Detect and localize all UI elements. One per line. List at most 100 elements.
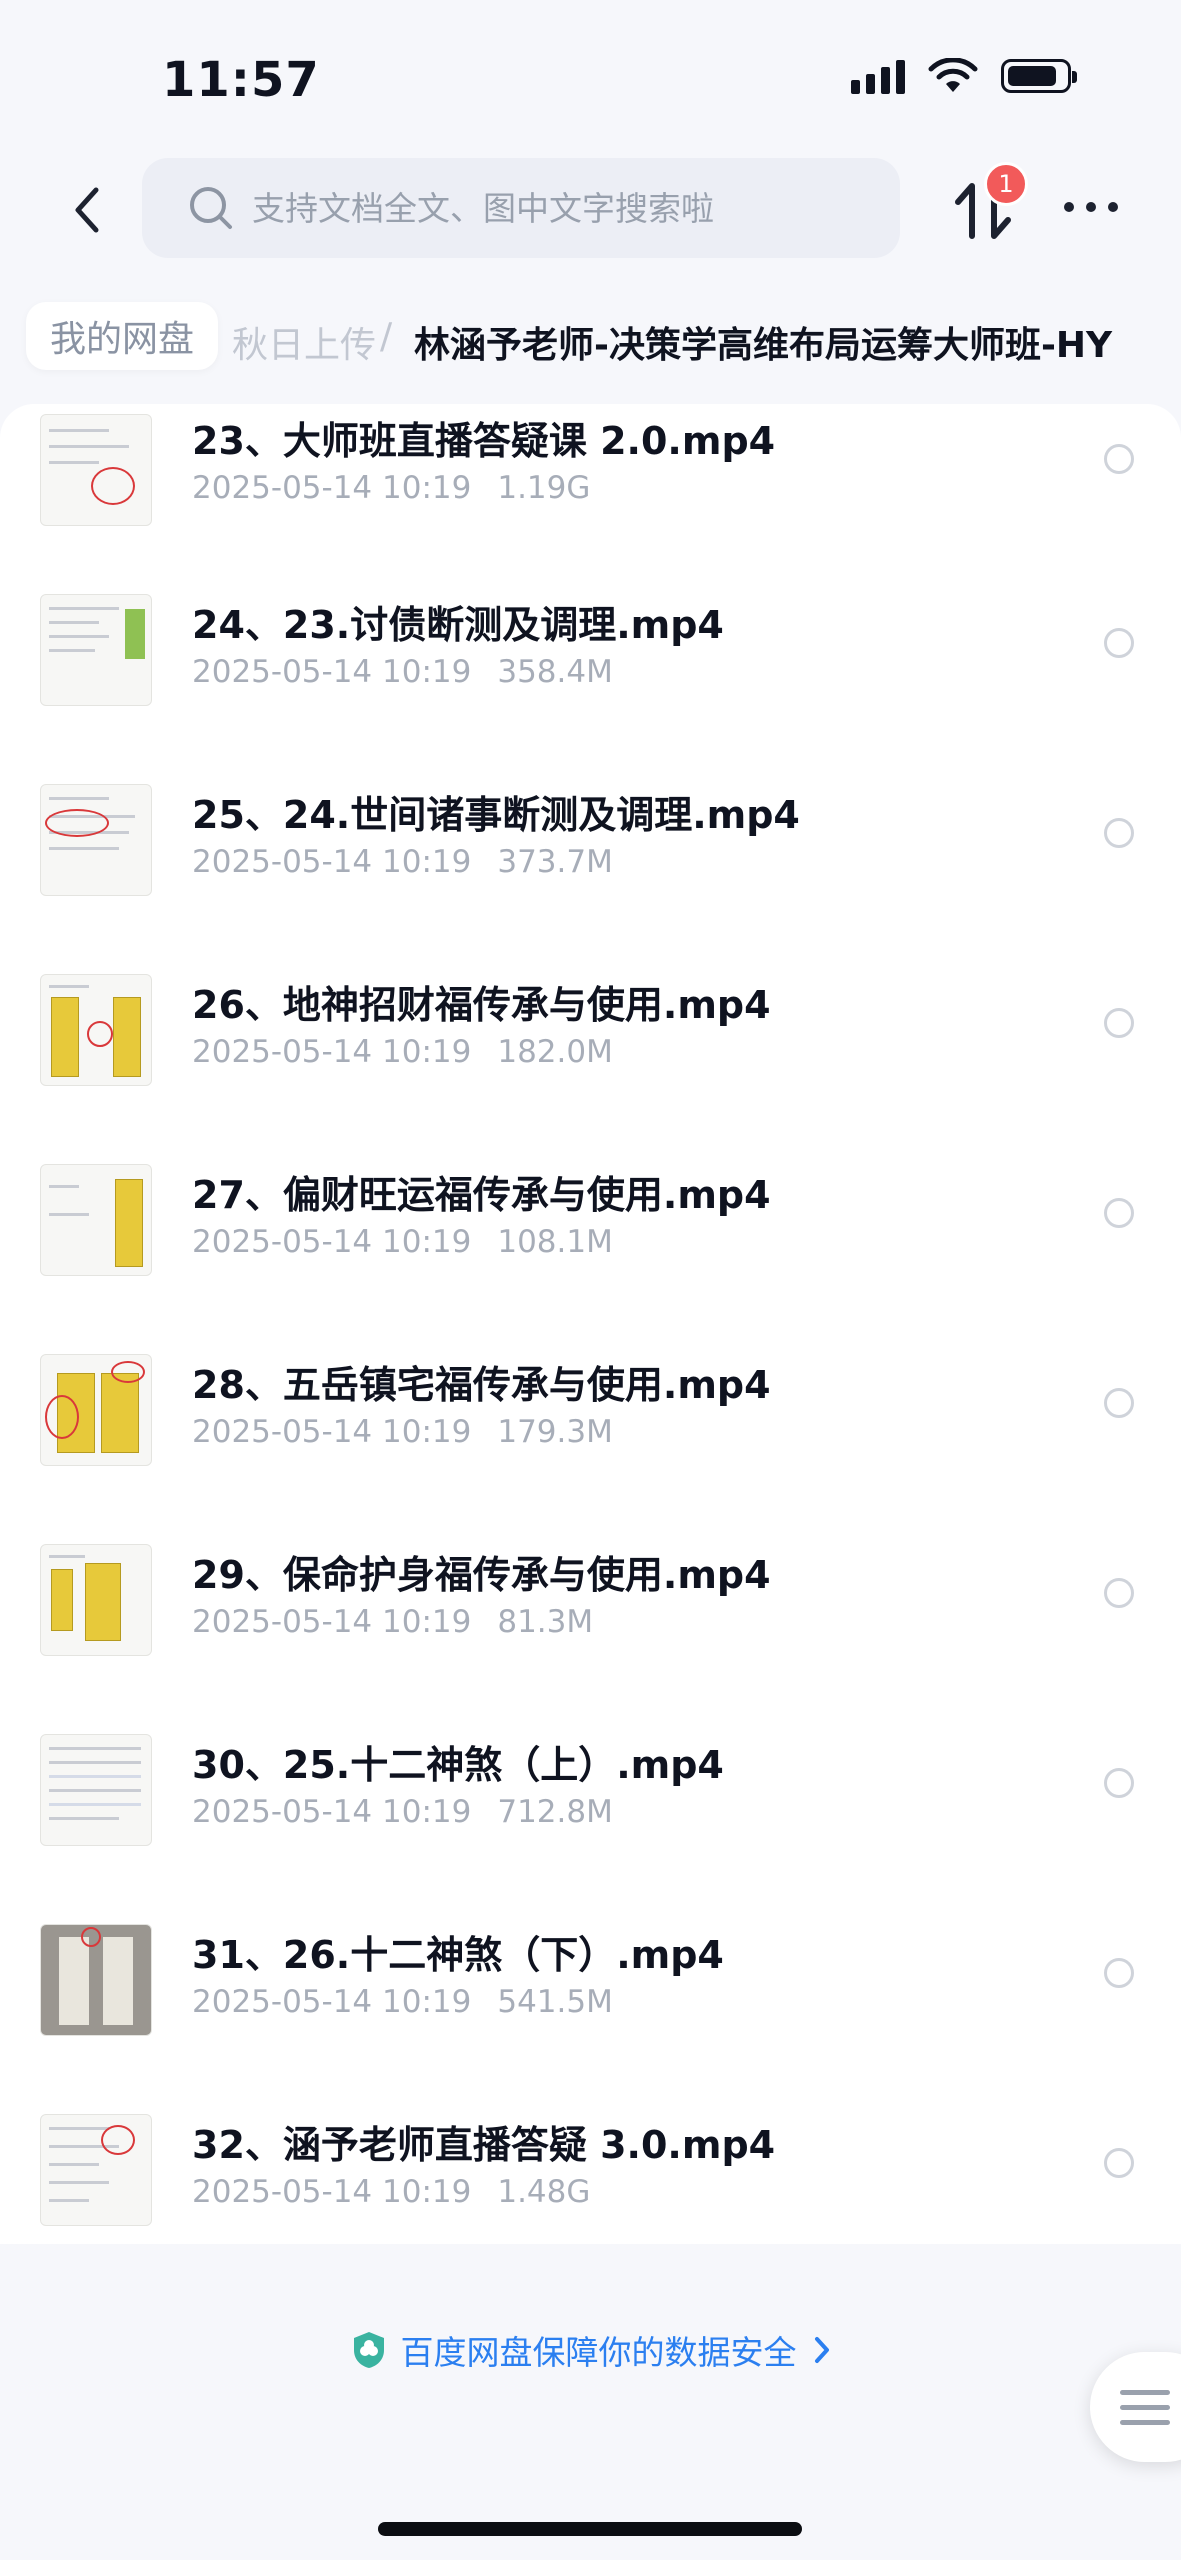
file-size: 373.7M: [497, 844, 613, 880]
file-date: 2025-05-14 10:19: [192, 1984, 472, 2020]
file-date: 2025-05-14 10:19: [192, 844, 472, 880]
file-row[interactable]: 30、25.十二神煞（上）.mp4 2025-05-14 10:19 712.8M: [0, 1704, 1181, 1894]
select-radio[interactable]: [1104, 444, 1134, 474]
video-thumbnail: [40, 784, 152, 896]
file-date: 2025-05-14 10:19: [192, 2174, 472, 2210]
select-radio[interactable]: [1104, 628, 1134, 658]
select-radio[interactable]: [1104, 1958, 1134, 1988]
file-name: 23、大师班直播答疑课 2.0.mp4: [192, 419, 776, 463]
more-dot-icon: [1086, 202, 1096, 212]
video-thumbnail: [40, 414, 152, 526]
back-button[interactable]: [64, 180, 110, 240]
video-thumbnail: [40, 974, 152, 1086]
wifi-icon: [928, 58, 978, 92]
file-meta: 2025-05-14 10:19 712.8M: [192, 1794, 613, 1830]
select-radio[interactable]: [1104, 1388, 1134, 1418]
file-size: 1.19G: [497, 470, 591, 506]
status-bar: 11:57: [0, 0, 1181, 150]
breadcrumb-current: 林涵予老师-决策学高维布局运筹大师班-HY: [414, 325, 1113, 366]
file-date: 2025-05-14 10:19: [192, 1414, 472, 1450]
more-dot-icon: [1064, 202, 1074, 212]
battery-icon: [1001, 59, 1077, 93]
file-meta: 2025-05-14 10:19 182.0M: [192, 1034, 613, 1070]
menu-line-icon: [1120, 2390, 1170, 2395]
file-row[interactable]: 25、24.世间诸事断测及调理.mp4 2025-05-14 10:19 373.…: [0, 754, 1181, 944]
file-row[interactable]: 23、大师班直播答疑课 2.0.mp4 2025-05-14 10:19 1.19…: [0, 374, 1181, 564]
video-thumbnail: [40, 2114, 152, 2226]
file-meta: 2025-05-14 10:19 179.3M: [192, 1414, 613, 1450]
file-size: 182.0M: [497, 1034, 613, 1070]
cellular-signal-icon: [851, 58, 905, 94]
top-bar: 1: [0, 150, 1181, 270]
breadcrumb-separator: /: [380, 316, 393, 357]
file-name: 28、五岳镇宅福传承与使用.mp4: [192, 1363, 771, 1407]
file-name: 31、26.十二神煞（下）.mp4: [192, 1933, 724, 1977]
file-size: 81.3M: [497, 1604, 594, 1640]
file-date: 2025-05-14 10:19: [192, 1604, 472, 1640]
video-thumbnail: [40, 1354, 152, 1466]
file-list: 23、大师班直播答疑课 2.0.mp4 2025-05-14 10:19 1.19…: [0, 404, 1181, 2244]
file-size: 541.5M: [497, 1984, 613, 2020]
file-row[interactable]: 26、地神招财福传承与使用.mp4 2025-05-14 10:19 182.0M: [0, 944, 1181, 1134]
search-icon: [190, 187, 232, 229]
shield-icon: [353, 2332, 384, 2368]
file-date: 2025-05-14 10:19: [192, 654, 472, 690]
breadcrumb-item-home[interactable]: 我的网盘: [26, 302, 219, 370]
video-thumbnail: [40, 594, 152, 706]
chevron-right-icon: [814, 2337, 829, 2363]
file-meta: 2025-05-14 10:19 81.3M: [192, 1604, 593, 1640]
video-thumbnail: [40, 1924, 152, 2036]
file-size: 179.3M: [497, 1414, 613, 1450]
select-radio[interactable]: [1104, 1768, 1134, 1798]
file-row[interactable]: 32、涵予老师直播答疑 3.0.mp4 2025-05-14 10:19 1.48…: [0, 2084, 1181, 2274]
file-row[interactable]: 29、保命护身福传承与使用.mp4 2025-05-14 10:19 81.3M: [0, 1514, 1181, 1704]
more-options-button[interactable]: [1064, 202, 1118, 212]
select-radio[interactable]: [1104, 1198, 1134, 1228]
select-radio[interactable]: [1104, 818, 1134, 848]
data-security-link[interactable]: 百度网盘保障你的数据安全: [0, 2320, 1181, 2380]
data-security-text: 百度网盘保障你的数据安全: [400, 2333, 797, 2372]
file-name: 27、偏财旺运福传承与使用.mp4: [192, 1173, 771, 1217]
file-date: 2025-05-14 10:19: [192, 1224, 472, 1260]
file-name: 29、保命护身福传承与使用.mp4: [192, 1553, 771, 1597]
chevron-left-icon: [75, 187, 99, 233]
file-meta: 2025-05-14 10:19 1.48G: [192, 2174, 590, 2210]
search-input[interactable]: [250, 187, 874, 229]
status-time: 11:57: [162, 52, 320, 108]
file-name: 30、25.十二神煞（上）.mp4: [192, 1743, 724, 1787]
file-meta: 2025-05-14 10:19 108.1M: [192, 1224, 613, 1260]
more-dot-icon: [1108, 202, 1118, 212]
file-date: 2025-05-14 10:19: [192, 1034, 472, 1070]
breadcrumb: 秋日上传 我的网盘 / 林涵予老师-决策学高维布局运筹大师班-HY: [0, 300, 1181, 380]
file-date: 2025-05-14 10:19: [192, 1794, 472, 1830]
file-meta: 2025-05-14 10:19 373.7M: [192, 844, 613, 880]
file-meta: 2025-05-14 10:19 358.4M: [192, 654, 613, 690]
select-radio[interactable]: [1104, 1578, 1134, 1608]
file-size: 358.4M: [497, 654, 613, 690]
video-thumbnail: [40, 1544, 152, 1656]
file-row[interactable]: 28、五岳镇宅福传承与使用.mp4 2025-05-14 10:19 179.3M: [0, 1324, 1181, 1514]
file-row[interactable]: 31、26.十二神煞（下）.mp4 2025-05-14 10:19 541.5M: [0, 1894, 1181, 2084]
file-meta: 2025-05-14 10:19 1.19G: [192, 470, 590, 506]
select-radio[interactable]: [1104, 1008, 1134, 1038]
search-bar[interactable]: [142, 158, 900, 258]
select-radio[interactable]: [1104, 2148, 1134, 2178]
menu-line-icon: [1120, 2420, 1170, 2425]
home-indicator[interactable]: [378, 2522, 802, 2536]
file-row[interactable]: 24、23.讨债断测及调理.mp4 2025-05-14 10:19 358.4M: [0, 564, 1181, 754]
file-name: 24、23.讨债断测及调理.mp4: [192, 603, 724, 647]
file-size: 108.1M: [497, 1224, 613, 1260]
file-row[interactable]: 27、偏财旺运福传承与使用.mp4 2025-05-14 10:19 108.1M: [0, 1134, 1181, 1324]
file-date: 2025-05-14 10:19: [192, 470, 472, 506]
file-name: 26、地神招财福传承与使用.mp4: [192, 983, 771, 1027]
file-size: 1.48G: [497, 2174, 591, 2210]
file-meta: 2025-05-14 10:19 541.5M: [192, 1984, 613, 2020]
transfer-badge: 1: [984, 162, 1028, 206]
video-thumbnail: [40, 1164, 152, 1276]
file-name: 25、24.世间诸事断测及调理.mp4: [192, 793, 800, 837]
file-size: 712.8M: [497, 1794, 613, 1830]
breadcrumb-item-middle[interactable]: 秋日上传: [232, 316, 376, 368]
menu-line-icon: [1120, 2405, 1170, 2410]
video-thumbnail: [40, 1734, 152, 1846]
file-name: 32、涵予老师直播答疑 3.0.mp4: [192, 2123, 776, 2167]
